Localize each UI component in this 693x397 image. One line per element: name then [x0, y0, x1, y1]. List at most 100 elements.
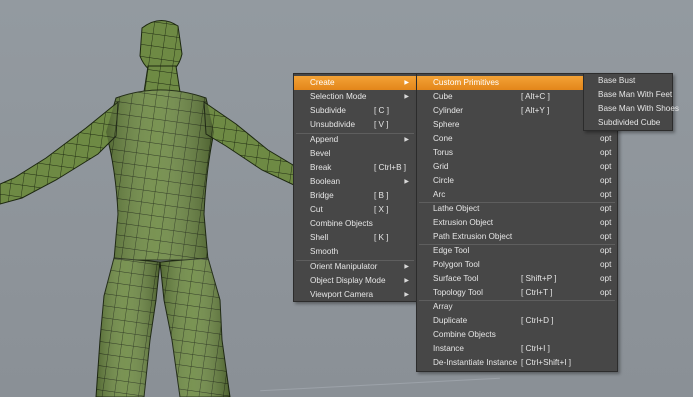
option-box-button[interactable]: opt	[600, 160, 611, 174]
menu-item-polygon-tool[interactable]: Polygon Tool opt	[417, 258, 617, 272]
menu-item-shortcut: [ Alt+Y ]	[521, 106, 550, 115]
menu-item-base-man-with-feet[interactable]: Base Man With Feet	[584, 88, 672, 102]
menu-item-label: Torus	[433, 148, 454, 157]
menu-item-bevel[interactable]: Bevel	[294, 147, 416, 161]
menu-item-label: Subdivide	[310, 106, 346, 115]
submenu-arrow-icon: ▶	[404, 80, 409, 86]
menu-item-label: Duplicate	[433, 316, 468, 325]
menu-item-label: Grid	[433, 162, 449, 171]
menu-item-create[interactable]: Create ▶	[294, 76, 416, 90]
menu-item-orient-manipulator[interactable]: Orient Manipulator ▶	[294, 260, 416, 274]
menu-item-path-extrusion-object[interactable]: Path Extrusion Object opt	[417, 230, 617, 244]
menu-item-label: Create	[310, 78, 335, 87]
option-box-button[interactable]: opt	[600, 258, 611, 272]
menu-item-label: Base Bust	[598, 76, 636, 85]
menu-item-viewport-camera[interactable]: Viewport Camera ▶	[294, 288, 416, 302]
menu-item-shortcut: [ Ctrl+I ]	[521, 344, 550, 353]
context-menu: Create ▶ Selection Mode ▶ Subdivide [ C ] U…	[293, 73, 417, 302]
menu-item-arc[interactable]: Arc opt	[417, 188, 617, 202]
menu-item-base-bust[interactable]: Base Bust	[584, 74, 672, 88]
menu-item-topology-tool[interactable]: Topology Tool [ Ctrl+T ] opt	[417, 286, 617, 300]
menu-item-label: Bridge	[310, 191, 334, 200]
menu-item-label: Edge Tool	[433, 246, 470, 255]
menu-item-shortcut: [ Ctrl+D ]	[521, 316, 554, 325]
menu-item-label: Base Man With Feet	[598, 90, 673, 99]
menu-item-unsubdivide[interactable]: Unsubdivide [ V ]	[294, 118, 416, 132]
menu-item-label: Boolean	[310, 177, 341, 186]
option-box-button[interactable]: opt	[600, 272, 611, 286]
option-box-button[interactable]: opt	[600, 286, 611, 300]
menu-item-label: Cube	[433, 92, 453, 101]
menu-item-circle[interactable]: Circle opt	[417, 174, 617, 188]
menu-item-label: Cylinder	[433, 106, 464, 115]
menu-item-label: Cut	[310, 205, 323, 214]
menu-item-label: Lathe Object	[433, 204, 480, 213]
menu-item-shortcut: [ K ]	[374, 233, 389, 242]
menu-item-label: Cone	[433, 134, 453, 143]
menu-item-append[interactable]: Append ▶	[294, 133, 416, 147]
menu-item-torus[interactable]: Torus opt	[417, 146, 617, 160]
menu-item-edge-tool[interactable]: Edge Tool opt	[417, 244, 617, 258]
menu-item-shortcut: [ Alt+C ]	[521, 92, 550, 101]
option-box-button[interactable]: opt	[600, 146, 611, 160]
menu-item-label: Append	[310, 135, 339, 144]
menu-item-label: Bevel	[310, 149, 331, 158]
menu-item-selection-mode[interactable]: Selection Mode ▶	[294, 90, 416, 104]
menu-item-extrusion-object[interactable]: Extrusion Object opt	[417, 216, 617, 230]
menu-item-cone[interactable]: Cone opt	[417, 132, 617, 146]
menu-item-subdivided-cube[interactable]: Subdivided Cube	[584, 116, 672, 130]
menu-item-label: Object Display Mode	[310, 276, 386, 285]
menu-item-object-display-mode[interactable]: Object Display Mode ▶	[294, 274, 416, 288]
menu-item-label: Unsubdivide	[310, 120, 356, 129]
menu-item-cut[interactable]: Cut [ X ]	[294, 203, 416, 217]
menu-item-smooth[interactable]: Smooth	[294, 245, 416, 259]
menu-item-label: Break	[310, 163, 332, 172]
menu-item-shortcut: [ V ]	[374, 120, 389, 129]
menu-item-shortcut: [ Ctrl+T ]	[521, 288, 553, 297]
submenu-arrow-icon: ▶	[404, 179, 409, 185]
menu-item-label: Smooth	[310, 247, 339, 256]
menu-item-de-instantiate-instance[interactable]: De-Instantiate Instance[ Ctrl+Shift+I ]	[417, 356, 617, 370]
menu-item-lathe-object[interactable]: Lathe Object opt	[417, 202, 617, 216]
option-box-button[interactable]: opt	[600, 188, 611, 202]
submenu-arrow-icon: ▶	[404, 292, 409, 298]
menu-item-label: Combine Objects	[433, 330, 496, 339]
option-box-button[interactable]: opt	[600, 244, 611, 258]
menu-item-label: Selection Mode	[310, 92, 367, 101]
menu-item-combine-objects[interactable]: Combine Objects	[294, 217, 416, 231]
menu-item-label: Circle	[433, 176, 454, 185]
menu-item-label: Combine Objects	[310, 219, 373, 228]
option-box-button[interactable]: opt	[600, 132, 611, 146]
menu-item-shortcut: [ X ]	[374, 205, 389, 214]
option-box-button[interactable]: opt	[600, 230, 611, 244]
menu-item-label: Subdivided Cube	[598, 118, 661, 127]
menu-item-base-man-with-shoes[interactable]: Base Man With Shoes	[584, 102, 679, 116]
menu-item-label: Instance	[433, 344, 464, 353]
menu-item-shortcut: [ C ]	[374, 106, 390, 115]
menu-item-surface-tool[interactable]: Surface Tool [ Shift+P ] opt	[417, 272, 617, 286]
option-box-button[interactable]: opt	[600, 174, 611, 188]
menu-item-array[interactable]: Array	[417, 300, 617, 314]
menu-item-grid[interactable]: Grid opt	[417, 160, 617, 174]
menu-item-label: Topology Tool	[433, 288, 483, 297]
menu-item-label: De-Instantiate Instance	[433, 358, 518, 367]
menu-item-label: Path Extrusion Object	[433, 232, 513, 241]
menu-item-boolean[interactable]: Boolean ▶	[294, 175, 416, 189]
submenu-arrow-icon: ▶	[404, 278, 409, 284]
menu-item-combine-objects[interactable]: Combine Objects	[417, 328, 617, 342]
menu-item-break[interactable]: Break [ Ctrl+B ]	[294, 161, 416, 175]
menu-item-label: Shell	[310, 233, 329, 242]
menu-item-label: Surface Tool	[433, 274, 479, 283]
menu-item-subdivide[interactable]: Subdivide [ C ]	[294, 104, 416, 118]
menu-item-label: Viewport Camera	[310, 290, 374, 299]
menu-item-shortcut: [ Shift+P ]	[521, 274, 557, 283]
option-box-button[interactable]: opt	[600, 202, 611, 216]
menu-item-label: Base Man With Shoes	[598, 104, 680, 113]
menu-item-bridge[interactable]: Bridge [ B ]	[294, 189, 416, 203]
menu-item-duplicate[interactable]: Duplicate [ Ctrl+D ]	[417, 314, 617, 328]
option-box-button[interactable]: opt	[600, 216, 611, 230]
menu-item-shell[interactable]: Shell [ K ]	[294, 231, 416, 245]
menu-item-label: Custom Primitives	[433, 78, 499, 87]
menu-item-instance[interactable]: Instance [ Ctrl+I ]	[417, 342, 617, 356]
submenu-arrow-icon: ▶	[404, 137, 409, 143]
